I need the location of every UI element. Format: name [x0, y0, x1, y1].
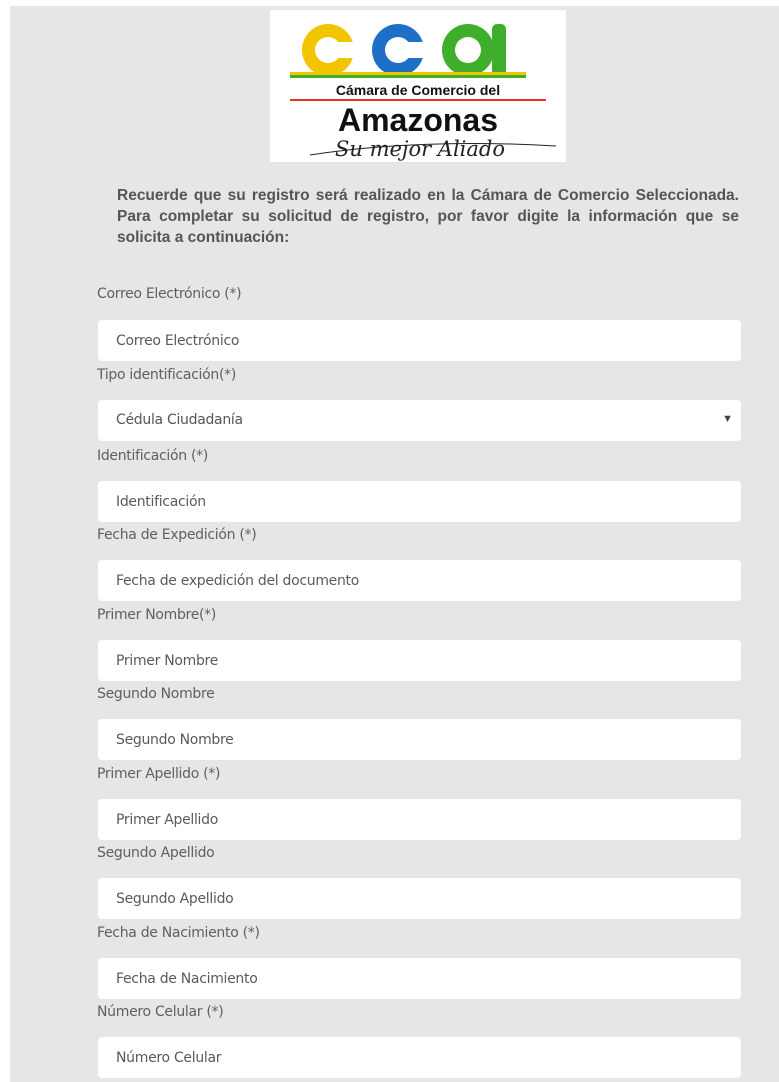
id-number-label: Identificación (*)	[97, 448, 208, 464]
first-surname-label: Primer Apellido (*)	[97, 766, 221, 782]
issue-date-field[interactable]	[98, 560, 741, 601]
second-name-label: Segundo Nombre	[97, 686, 215, 702]
id-type-label: Tipo identificación(*)	[97, 367, 236, 383]
email-field[interactable]	[98, 320, 741, 361]
first-surname-field[interactable]	[98, 799, 741, 840]
intro-text: Recuerde que su registro será realizado …	[117, 187, 739, 246]
logo-line1: Cámara de Comercio del	[336, 82, 500, 98]
second-surname-label: Segundo Apellido	[97, 845, 215, 861]
logo-line2: Amazonas	[338, 102, 498, 138]
triangle-down-icon: ▼	[722, 413, 733, 425]
birth-date-label: Fecha de Nacimiento (*)	[97, 925, 260, 941]
id-number-field[interactable]	[98, 481, 741, 522]
second-name-field[interactable]	[98, 719, 741, 760]
first-name-label: Primer Nombre(*)	[97, 607, 217, 623]
mobile-label: Número Celular (*)	[97, 1004, 224, 1020]
email-label: Correo Electrónico (*)	[97, 286, 242, 302]
second-surname-field[interactable]	[98, 878, 741, 919]
chamber-logo-graphic: Cámara de Comercio del Amazonas Su mejor…	[290, 24, 557, 161]
birth-date-field[interactable]	[98, 958, 741, 999]
first-name-field[interactable]	[98, 640, 741, 681]
mobile-field[interactable]	[98, 1037, 741, 1078]
id-type-select[interactable]: Cédula Ciudadanía ▼	[98, 400, 741, 441]
id-type-selected-value: Cédula Ciudadanía	[116, 412, 243, 428]
registration-panel	[10, 6, 779, 1082]
logo-swirls	[290, 24, 526, 78]
issue-date-label: Fecha de Expedición (*)	[97, 527, 257, 543]
chamber-logo: Cámara de Comercio del Amazonas Su mejor…	[270, 10, 566, 162]
